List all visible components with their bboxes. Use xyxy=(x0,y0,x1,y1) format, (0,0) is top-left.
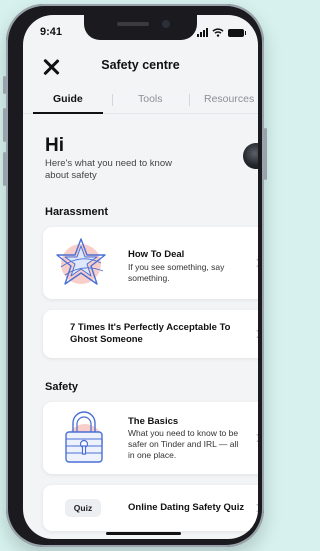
card-ghost-someone[interactable]: 7 Times It's Perfectly Acceptable To Gho… xyxy=(43,310,258,358)
header-bar: Safety centre xyxy=(23,53,258,83)
tab-resources[interactable]: Resources xyxy=(204,93,254,105)
tab-tools[interactable]: Tools xyxy=(138,93,163,105)
greeting-title: Hi xyxy=(45,135,64,156)
active-tab-indicator xyxy=(33,112,103,114)
card-title: How To Deal xyxy=(128,249,185,260)
quiz-badge: Quiz xyxy=(65,499,101,517)
chevron-right-icon xyxy=(252,433,258,443)
phone-side-button xyxy=(3,76,6,94)
card-title: 7 Times It's Perfectly Acceptable To Gho… xyxy=(70,322,231,345)
chevron-right-icon xyxy=(252,329,258,339)
page-title: Safety centre xyxy=(101,58,180,72)
star-badge-icon xyxy=(56,238,106,285)
card-title: The Basics xyxy=(128,416,179,427)
tab-guide[interactable]: Guide xyxy=(53,93,83,105)
padlock-icon xyxy=(65,411,103,463)
card-title: Online Dating Safety Quiz xyxy=(128,502,245,513)
card-how-to-deal[interactable]: How To Deal If you see something, say so… xyxy=(43,227,258,299)
app-screen: 9:41 Safety centre Guide Tools Resources… xyxy=(23,15,258,539)
phone-side-button xyxy=(3,152,6,186)
chevron-right-icon xyxy=(252,258,258,268)
section-title-harassment: Harassment xyxy=(45,206,108,218)
status-time: 9:41 xyxy=(40,26,63,38)
chevron-right-icon xyxy=(252,503,258,513)
card-description: If you see something, say something. xyxy=(128,262,225,283)
battery-icon xyxy=(228,28,246,37)
section-title-safety: Safety xyxy=(45,381,79,393)
wifi-icon xyxy=(212,28,224,37)
phone-side-button xyxy=(3,108,6,142)
greeting-subtitle: Here's what you need to know about safet… xyxy=(45,158,172,181)
avatar[interactable] xyxy=(243,143,258,169)
home-indicator xyxy=(106,532,181,535)
tab-bar: Guide Tools Resources xyxy=(23,87,258,114)
phone-side-button xyxy=(264,128,267,180)
card-the-basics[interactable]: The Basics What you need to know to be s… xyxy=(43,402,258,474)
status-bar: 9:41 xyxy=(40,26,246,40)
tab-divider xyxy=(189,94,190,106)
signal-icon xyxy=(197,28,208,37)
tab-divider xyxy=(112,94,113,106)
card-safety-quiz[interactable]: Quiz Online Dating Safety Quiz xyxy=(43,485,258,531)
card-description: What you need to know to be safer on Tin… xyxy=(128,428,239,460)
phone-frame: 9:41 Safety centre Guide Tools Resources… xyxy=(3,4,267,547)
